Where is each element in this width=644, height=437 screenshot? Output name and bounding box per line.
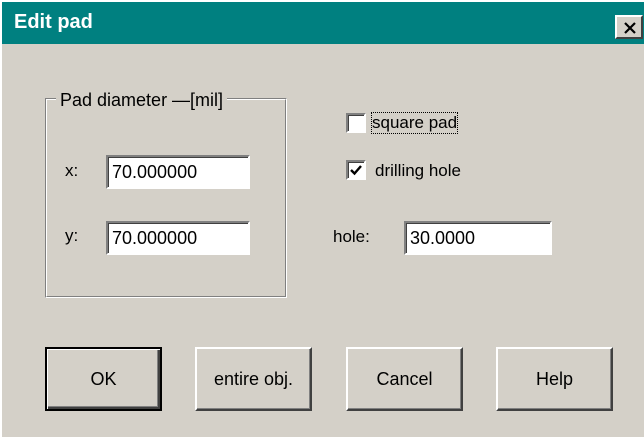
x-label: x:: [65, 161, 79, 180]
drilling-hole-label[interactable]: drilling hole: [375, 161, 461, 181]
edit-pad-dialog: Edit pad Pad diameter —[mil] x: y: squar…: [0, 0, 644, 437]
close-button[interactable]: [615, 15, 643, 39]
title-bar[interactable]: Edit pad: [2, 2, 644, 44]
hole-label: hole:: [333, 227, 370, 246]
close-icon: [624, 22, 636, 34]
x-diameter-input[interactable]: [106, 155, 250, 189]
square-pad-label[interactable]: square pad: [370, 112, 459, 134]
ok-button-label: OK: [90, 369, 117, 389]
pad-diameter-group-inner: [46, 99, 286, 297]
help-button-label: Help: [535, 369, 574, 389]
entire-obj-button-label: entire obj.: [213, 369, 294, 389]
y-diameter-input[interactable]: [106, 221, 250, 255]
window-title: Edit pad: [14, 11, 93, 33]
square-pad-checkbox[interactable]: [346, 113, 366, 133]
pad-diameter-legend: Pad diameter —[mil]: [56, 90, 228, 110]
check-mark-icon: [350, 165, 362, 176]
y-label: y:: [65, 226, 79, 245]
hole-diameter-input[interactable]: [404, 221, 552, 255]
cancel-button-label: Cancel: [376, 369, 433, 389]
cancel-button[interactable]: Cancel: [346, 347, 463, 411]
ok-button[interactable]: OK: [45, 347, 162, 411]
help-button[interactable]: Help: [496, 347, 613, 411]
entire-obj-button[interactable]: entire obj.: [195, 347, 312, 411]
drilling-hole-checkbox[interactable]: [346, 160, 366, 180]
